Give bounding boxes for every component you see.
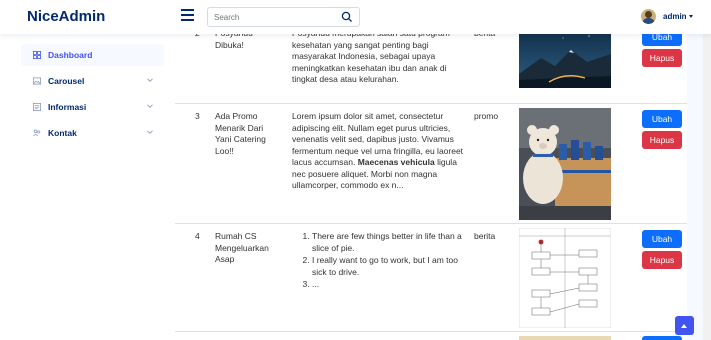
table-row: 3 Ada Promo Menarik Dari Yani Catering L… [175, 104, 687, 224]
delete-button[interactable]: Hapus [642, 131, 682, 149]
people-icon [33, 129, 41, 137]
logo[interactable]: NiceAdmin [27, 8, 105, 25]
body-bold-text: Maecenas vehicula [357, 157, 435, 167]
row-title: Rumah CS Mengeluarkan Asap [215, 231, 269, 264]
row-category: berita [474, 231, 496, 241]
information-table: 2 Posyandu Dibuka! Posyandu merupakan sa… [175, 34, 687, 340]
back-to-top-button[interactable] [675, 316, 694, 335]
sidebar-item-label: Carousel [48, 76, 85, 86]
delete-button[interactable]: Hapus [642, 251, 682, 269]
sidebar: Dashboard Carousel Informasi Kontak [0, 34, 175, 340]
sidebar-item-informasi[interactable]: Informasi [21, 96, 164, 118]
grid-icon [33, 51, 41, 59]
sidebar-item-dashboard[interactable]: Dashboard [21, 44, 164, 66]
row-thumbnail [519, 228, 611, 328]
row-thumbnail [519, 336, 611, 340]
sidebar-item-label: Informasi [48, 102, 87, 112]
row-body: Lorem ipsum dolor sit amet, consectetur … [292, 111, 470, 192]
row-number: 2 [195, 34, 200, 40]
delete-button[interactable]: Hapus [642, 49, 682, 67]
chevron-down-icon [147, 78, 153, 82]
table-row: 2 Posyandu Dibuka! Posyandu merupakan sa… [175, 34, 687, 104]
row-actions: Ubah Hapus [642, 110, 682, 152]
sidebar-item-label: Kontak [48, 128, 77, 138]
teddy-bear-gift-photo [519, 108, 611, 220]
row-title: Posyandu Dibuka! [215, 34, 253, 50]
menu-toggle-icon[interactable] [181, 9, 194, 21]
row-thumbnail [519, 34, 611, 88]
row-category: berita [474, 34, 495, 40]
chevron-down-icon [147, 130, 153, 134]
row-number: 3 [195, 111, 200, 121]
chevron-down-icon [147, 104, 153, 108]
night-mountain-photo [519, 34, 611, 88]
avatar [641, 9, 656, 24]
list-item: There are few things better in life than… [312, 231, 470, 254]
search-bar [207, 7, 360, 27]
top-header: NiceAdmin admin [0, 0, 711, 34]
row-title: Ada Promo Menarik Dari Yani Catering Loo… [215, 111, 266, 156]
row-actions: Ubah Hapus [642, 230, 682, 272]
document-icon [33, 103, 41, 111]
table-row: 4 Rumah CS Mengeluarkan Asap There are f… [175, 224, 687, 332]
chevron-down-icon [689, 15, 693, 18]
edit-button[interactable]: Ubah [642, 230, 682, 248]
page-scrollbar[interactable] [703, 34, 711, 340]
edit-button[interactable]: Ubah [642, 110, 682, 128]
row-number: 4 [195, 231, 200, 241]
row-thumbnail [519, 108, 611, 220]
sidebar-item-label: Dashboard [48, 50, 93, 60]
edit-button[interactable] [642, 336, 682, 340]
row-category: promo [474, 111, 499, 121]
sidebar-item-carousel[interactable]: Carousel [21, 70, 164, 92]
row-body: Posyandu merupakan salah satu program ke… [292, 34, 450, 84]
row-actions: Ubah Hapus [642, 34, 682, 70]
row-body: There are few things better in life than… [292, 231, 470, 292]
search-input[interactable] [208, 8, 338, 26]
table-row [175, 332, 687, 340]
profile-name: admin [663, 12, 687, 21]
image-icon [33, 77, 41, 85]
list-item: I really want to go to work, but I am to… [312, 255, 470, 278]
flowchart-diagram [519, 228, 611, 328]
search-icon[interactable] [340, 10, 354, 24]
body-list: There are few things better in life than… [292, 231, 470, 291]
edit-button[interactable]: Ubah [642, 34, 682, 46]
list-item: ... [312, 279, 470, 291]
sidebar-item-kontak[interactable]: Kontak [21, 122, 164, 144]
